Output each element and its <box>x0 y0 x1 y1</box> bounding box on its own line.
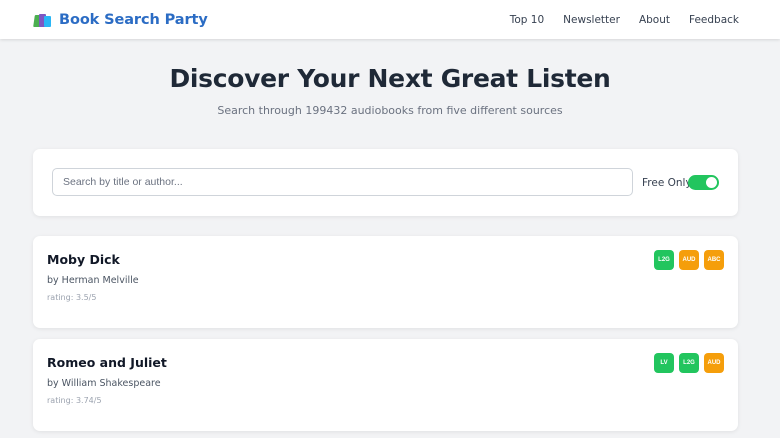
free-only-toggle[interactable] <box>688 175 719 190</box>
nav-link-feedback[interactable]: Feedback <box>689 14 739 26</box>
brand[interactable]: Book Search Party <box>33 12 208 28</box>
nav-link-top-10[interactable]: Top 10 <box>510 14 544 26</box>
navbar: Book Search Party Top 10 Newsletter Abou… <box>0 0 780 39</box>
book-card[interactable]: Romeo and Juliet by William Shakespeare … <box>33 339 738 431</box>
book-rating: rating: 3.5/5 <box>47 293 97 302</box>
toggle-knob <box>706 177 717 188</box>
source-badges: L2G AUD ABC <box>654 250 724 270</box>
source-badges: LV L2G AUD <box>654 353 724 373</box>
nav-links: Top 10 Newsletter About Feedback <box>510 14 739 26</box>
book-author: by William Shakespeare <box>47 378 161 389</box>
page-subtitle: Search through 199432 audiobooks from fi… <box>217 104 563 117</box>
book-title[interactable]: Romeo and Juliet <box>47 355 167 370</box>
book-author: by Herman Melville <box>47 275 139 286</box>
search-input[interactable] <box>52 168 633 196</box>
source-badge[interactable]: ABC <box>704 250 724 270</box>
free-only-label: Free Only <box>642 177 692 189</box>
source-badge[interactable]: L2G <box>679 353 699 373</box>
book-card[interactable]: Moby Dick by Herman Melville rating: 3.5… <box>33 236 738 328</box>
source-badge[interactable]: AUD <box>704 353 724 373</box>
source-badge[interactable]: LV <box>654 353 674 373</box>
nav-link-newsletter[interactable]: Newsletter <box>563 14 620 26</box>
book-title[interactable]: Moby Dick <box>47 252 120 267</box>
source-badge[interactable]: L2G <box>654 250 674 270</box>
search-card: Free Only <box>33 149 738 216</box>
brand-title[interactable]: Book Search Party <box>59 12 208 28</box>
books-icon <box>33 13 51 27</box>
book-rating: rating: 3.74/5 <box>47 396 102 405</box>
source-badge[interactable]: AUD <box>679 250 699 270</box>
page-title: Discover Your Next Great Listen <box>169 64 611 93</box>
nav-link-about[interactable]: About <box>639 14 670 26</box>
